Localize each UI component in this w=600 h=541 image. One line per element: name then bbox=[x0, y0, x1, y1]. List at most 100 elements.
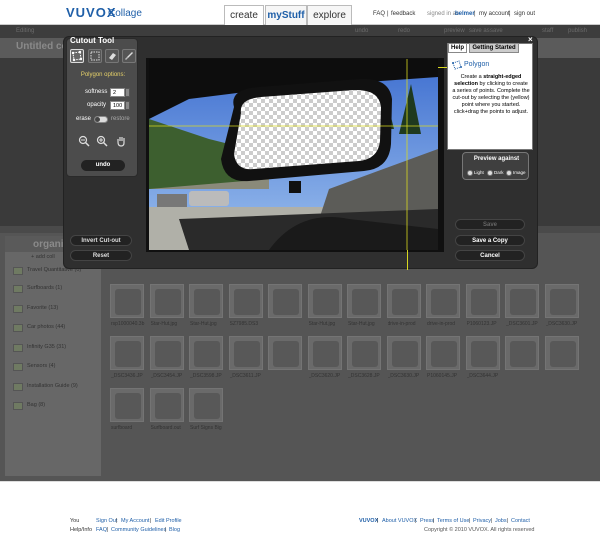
preview-image-radio[interactable]: Image bbox=[506, 170, 526, 176]
media-thumbnail[interactable]: rsp1000040.3b bbox=[110, 284, 144, 327]
preview-light-radio[interactable]: Light bbox=[467, 170, 484, 176]
footer-contact-link[interactable]: Contact bbox=[511, 518, 530, 524]
media-thumbnail[interactable]: _DSC3436.JP bbox=[110, 336, 144, 379]
footer-vuvox-link[interactable]: VUVOX bbox=[359, 518, 378, 524]
footer-terms-link[interactable]: Terms of Use bbox=[437, 518, 469, 524]
footer-sign-out-link[interactable]: Sign Out bbox=[96, 518, 117, 524]
thumbnail-label: Star-Hut.jpg bbox=[150, 321, 178, 327]
feedback-link[interactable]: feedback bbox=[391, 11, 415, 17]
media-thumbnail[interactable]: _DSC3644.JP bbox=[465, 336, 500, 379]
opacity-input[interactable]: 100 bbox=[110, 101, 125, 110]
add-collection-link[interactable]: + add coll bbox=[31, 254, 55, 260]
tab-help[interactable]: Help bbox=[448, 43, 467, 53]
faq-link[interactable]: FAQ bbox=[373, 11, 385, 17]
cutout-tool-title: Cutout Tool bbox=[70, 36, 115, 45]
thumbnail-label: P1060145.JP bbox=[427, 373, 458, 379]
sign-out-link[interactable]: sign out bbox=[514, 11, 535, 17]
opacity-stepper[interactable] bbox=[125, 101, 130, 110]
invert-cutout-button[interactable]: Invert Cut-out bbox=[70, 235, 132, 246]
softness-input[interactable]: 2 bbox=[110, 88, 125, 97]
save-copy-button[interactable]: Save a Copy bbox=[455, 235, 525, 246]
media-thumbnail[interactable]: Star-Hut.jpg bbox=[189, 284, 223, 327]
footer-edit-profile-link[interactable]: Edit Profile bbox=[155, 518, 182, 524]
media-thumbnail[interactable]: _DSC3630.JP bbox=[386, 336, 421, 379]
softness-stepper[interactable] bbox=[125, 88, 130, 97]
media-thumbnail[interactable] bbox=[268, 284, 302, 318]
save-button[interactable]: Save bbox=[455, 219, 525, 230]
media-thumbnail[interactable]: Star-Hut.jpg bbox=[347, 284, 381, 327]
publish-toolbar-button[interactable]: publish bbox=[568, 28, 587, 34]
media-thumbnail[interactable]: _DSC3454.JP bbox=[149, 336, 184, 379]
thumbnail-label: SZ7985.DS3 bbox=[229, 321, 259, 327]
footer-blog-link[interactable]: Blog bbox=[169, 527, 180, 533]
thumbnail-label: Star-Hut.jpg bbox=[348, 321, 375, 327]
footer-faq-link[interactable]: FAQ bbox=[96, 527, 107, 533]
media-thumbnail[interactable]: _DSC3601.JP bbox=[505, 284, 539, 327]
media-thumbnail[interactable]: SZ7985.DS3 bbox=[228, 284, 263, 327]
thumbnail-image bbox=[154, 341, 181, 367]
close-icon[interactable]: × bbox=[528, 35, 533, 44]
folder-icon bbox=[13, 324, 23, 332]
car-mirror-photo[interactable] bbox=[149, 59, 438, 250]
folder-item[interactable]: Car photos (44) bbox=[13, 323, 99, 336]
tab-explore[interactable]: explore bbox=[307, 5, 352, 25]
hand-pan-icon[interactable] bbox=[114, 135, 128, 149]
media-thumbnail[interactable] bbox=[544, 336, 579, 370]
rect-select-icon[interactable] bbox=[88, 49, 102, 63]
tab-create[interactable]: create bbox=[224, 5, 264, 25]
erase-restore-toggle[interactable] bbox=[94, 116, 108, 123]
folder-item[interactable]: Favorite (13) bbox=[13, 304, 99, 317]
thumbnail-label: P1060123.JP bbox=[466, 321, 497, 327]
media-thumbnail[interactable]: Surf Signs Big bbox=[189, 388, 223, 431]
folder-item[interactable]: Surfboards (1) bbox=[13, 284, 99, 297]
footer-about-link[interactable]: About VUVOX bbox=[382, 518, 417, 524]
media-thumbnail[interactable]: surfboard bbox=[110, 388, 144, 431]
media-thumbnail[interactable]: P1060123.JP bbox=[465, 284, 500, 327]
preview-toolbar-button[interactable]: preview bbox=[444, 28, 465, 34]
preview-dark-radio[interactable]: Dark bbox=[487, 170, 504, 176]
zoom-in-icon[interactable] bbox=[95, 135, 109, 149]
folder-item[interactable]: Bag (8) bbox=[13, 401, 99, 414]
folder-item[interactable]: Sensors (4) bbox=[13, 362, 99, 375]
staff-toolbar-button[interactable]: staff bbox=[542, 28, 553, 34]
username-link[interactable]: belmer bbox=[455, 11, 475, 17]
tab-mystuff[interactable]: myStuff bbox=[265, 5, 307, 25]
media-thumbnail[interactable]: Surfboard.out bbox=[149, 388, 184, 431]
footer-privacy-link[interactable]: Privacy bbox=[473, 518, 491, 524]
media-thumbnail[interactable]: _DSC3598.JP bbox=[189, 336, 223, 379]
media-thumbnail[interactable]: Star-Hut.jpg bbox=[149, 284, 184, 327]
media-thumbnail[interactable]: _DSC3620.JP bbox=[307, 336, 342, 379]
media-thumbnail[interactable] bbox=[505, 336, 539, 370]
media-thumbnail[interactable]: _DSC3628.JP bbox=[347, 336, 381, 379]
eraser-icon[interactable] bbox=[105, 49, 119, 63]
media-thumbnail[interactable]: drive-in-prod bbox=[426, 284, 460, 327]
zoom-out-icon[interactable] bbox=[77, 135, 91, 149]
restore-label: restore bbox=[111, 116, 130, 122]
my-account-link[interactable]: my account bbox=[479, 11, 510, 17]
brush-icon[interactable] bbox=[122, 49, 136, 63]
undo-button[interactable]: undo bbox=[81, 160, 125, 171]
cancel-button[interactable]: Cancel bbox=[455, 250, 525, 261]
media-thumbnail[interactable]: drive-in-prod bbox=[386, 284, 421, 327]
undo-toolbar-button[interactable]: undo bbox=[355, 28, 368, 34]
redo-toolbar-button[interactable]: redo bbox=[398, 28, 410, 34]
folder-item[interactable]: Installation Guide (9) bbox=[13, 382, 99, 395]
help-heading: Polygon bbox=[464, 61, 490, 68]
folder-item[interactable]: Infinity G35 (31) bbox=[13, 343, 99, 356]
media-thumbnail[interactable]: _DSC3611.JP bbox=[228, 336, 263, 379]
media-thumbnail[interactable] bbox=[268, 336, 302, 370]
save-as-toolbar-button[interactable]: save as bbox=[469, 28, 490, 34]
thumbnail-label: _DSC3598.JP bbox=[190, 373, 222, 379]
save-toolbar-button[interactable]: save bbox=[490, 28, 503, 34]
media-thumbnail[interactable]: _DSC3630.JP bbox=[544, 284, 579, 327]
thumbnail-image bbox=[273, 341, 299, 367]
footer-my-account-link[interactable]: My Account bbox=[121, 518, 149, 524]
media-thumbnail[interactable]: P1060145.JP bbox=[426, 336, 460, 379]
polygon-select-icon[interactable] bbox=[70, 49, 84, 63]
footer-guidelines-link[interactable]: Community Guidelines bbox=[111, 527, 166, 533]
footer-jobs-link[interactable]: Jobs bbox=[495, 518, 507, 524]
reset-button[interactable]: Reset bbox=[70, 250, 132, 261]
media-thumbnail[interactable]: Star-Hut.jpg bbox=[307, 284, 342, 327]
tab-getting-started[interactable]: Getting Started bbox=[469, 43, 519, 53]
footer-press-link[interactable]: Press bbox=[420, 518, 434, 524]
